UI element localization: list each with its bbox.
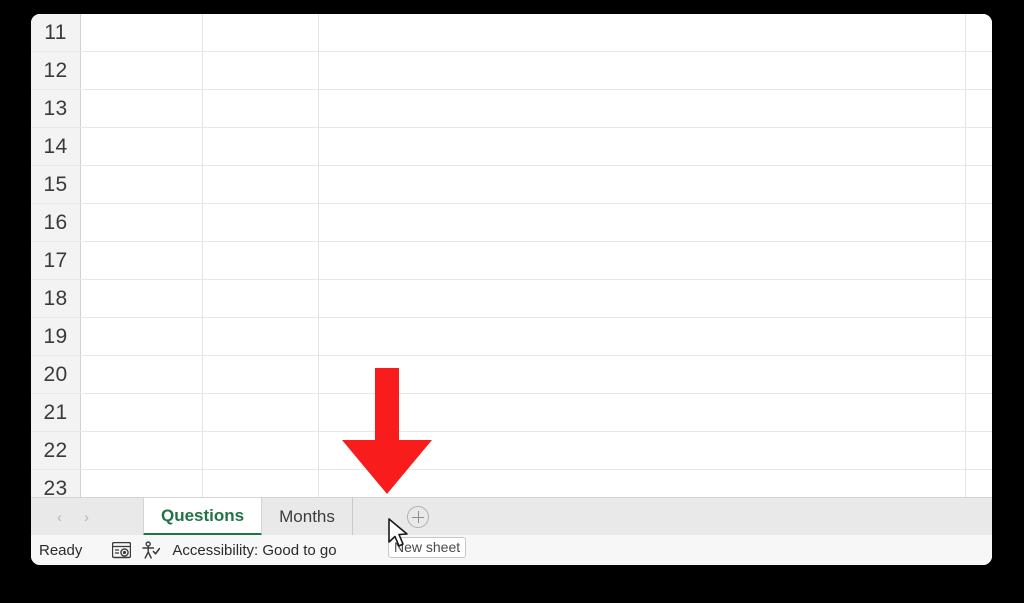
grid-row[interactable]: 12 — [31, 52, 992, 90]
grid-row[interactable]: 14 — [31, 128, 992, 166]
excel-window: 11 12 13 14 15 16 17 18 19 20 21 22 23 ‹ › Questions… — [31, 14, 992, 565]
next-sheet-arrow[interactable]: › — [84, 510, 89, 525]
grid-row[interactable]: 17 — [31, 242, 992, 280]
grid-row[interactable]: 21 — [31, 394, 992, 432]
grid-row[interactable]: 18 — [31, 280, 992, 318]
accessibility-status-label[interactable]: Accessibility: Good to go — [172, 542, 336, 559]
sheet-tab-bar: ‹ › Questions Months — [31, 497, 992, 537]
row-header-21[interactable]: 21 — [31, 394, 81, 431]
plus-icon — [417, 511, 419, 523]
row-header-11[interactable]: 11 — [31, 14, 81, 51]
row-header-22[interactable]: 22 — [31, 432, 81, 469]
grid-row[interactable]: 11 — [31, 14, 992, 52]
spreadsheet-grid[interactable]: 11 12 13 14 15 16 17 18 19 20 21 22 23 — [31, 14, 992, 508]
accessibility-person-icon[interactable] — [141, 540, 161, 560]
row-header-19[interactable]: 19 — [31, 318, 81, 355]
row-header-13[interactable]: 13 — [31, 90, 81, 127]
status-bar: Ready Accessibility: Good to go — [31, 535, 992, 565]
screenshot-root: 11 12 13 14 15 16 17 18 19 20 21 22 23 ‹ › Questions… — [0, 0, 1024, 603]
status-ready-label: Ready — [39, 541, 83, 559]
grid-row[interactable]: 22 — [31, 432, 992, 470]
grid-row[interactable]: 16 — [31, 204, 992, 242]
row-header-20[interactable]: 20 — [31, 356, 81, 393]
grid-row[interactable]: 15 — [31, 166, 992, 204]
row-header-16[interactable]: 16 — [31, 204, 81, 241]
sheet-tabs: Questions Months — [143, 498, 353, 536]
row-header-14[interactable]: 14 — [31, 128, 81, 165]
macro-record-icon[interactable] — [112, 541, 132, 559]
sheet-tab-months[interactable]: Months — [262, 498, 353, 536]
sheet-tab-questions[interactable]: Questions — [143, 498, 263, 536]
new-sheet-button[interactable] — [407, 506, 429, 528]
sheet-tab-label: Months — [279, 507, 335, 526]
previous-sheet-arrow[interactable]: ‹ — [57, 510, 62, 525]
grid-row[interactable]: 19 — [31, 318, 992, 356]
grid-row[interactable]: 20 — [31, 356, 992, 394]
sheet-tab-label: Questions — [161, 505, 245, 525]
row-header-12[interactable]: 12 — [31, 52, 81, 89]
row-header-15[interactable]: 15 — [31, 166, 81, 203]
grid-row[interactable]: 13 — [31, 90, 992, 128]
row-header-17[interactable]: 17 — [31, 242, 81, 279]
mouse-cursor — [388, 518, 408, 547]
grid-rows: 11 12 13 14 15 16 17 18 19 20 21 22 23 — [31, 14, 992, 508]
row-header-18[interactable]: 18 — [31, 280, 81, 317]
sheet-nav-arrows: ‹ › — [49, 498, 89, 536]
red-arrow-annotation — [342, 368, 432, 494]
